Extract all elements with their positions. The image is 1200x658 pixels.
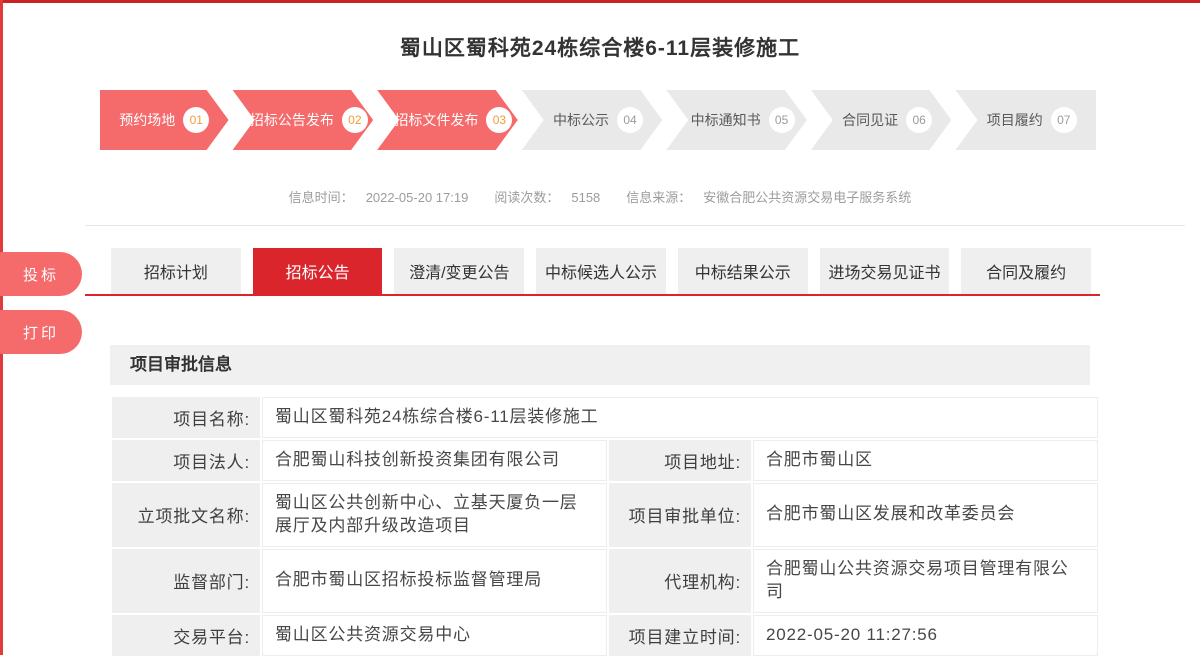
step-number-badge: 05 [769,107,795,133]
print-button[interactable]: 打印 [0,310,82,354]
top-accent-bar [0,0,1200,3]
step-label: 合同见证 [842,110,898,130]
step-02: 招标公告发布 02 [233,90,374,150]
field-value: 合肥蜀山公共资源交易项目管理有限公司 [753,549,1098,613]
step-04: 中标公示 04 [522,90,663,150]
steps: 预约场地 01 招标公告发布 02 招标文件发布 03 中标公示 04 中标通知书 05 合同见证 0… [100,90,1096,150]
table-row: 项目法人:合肥蜀山科技创新投资集团有限公司项目地址:合肥市蜀山区 [112,440,1098,481]
field-value: 合肥市蜀山区招标投标监督管理局 [262,549,607,613]
field-label: 项目建立时间: [609,615,751,656]
step-number-badge: 06 [906,107,932,133]
table-row: 立项批文名称:蜀山区公共创新中心、立基天厦负一层展厅及内部升级改造项目项目审批单… [112,483,1098,547]
info-time-value: 2022-05-20 17:19 [366,190,469,205]
tab-7[interactable]: 合同及履约 [961,248,1091,294]
tab-4[interactable]: 中标候选人公示 [536,248,666,294]
field-label: 项目审批单位: [609,483,751,547]
table-row: 项目名称:蜀山区蜀科苑24栋综合楼6-11层装修施工 [112,397,1098,438]
field-value: 2022-05-20 11:27:56 [753,615,1098,656]
field-label: 项目法人: [112,440,260,481]
field-label: 交易平台: [112,615,260,656]
field-value: 蜀山区公共创新中心、立基天厦负一层展厅及内部升级改造项目 [262,483,607,547]
step-label: 招标文件发布 [394,110,478,130]
step-number-badge: 07 [1051,107,1077,133]
table-row: 监督部门:合肥市蜀山区招标投标监督管理局代理机构:合肥蜀山公共资源交易项目管理有… [112,549,1098,613]
field-label: 监督部门: [112,549,260,613]
field-label: 代理机构: [609,549,751,613]
step-number-badge: 04 [617,107,643,133]
page-title: 蜀山区蜀科苑24栋综合楼6-11层装修施工 [0,32,1200,62]
step-label: 中标通知书 [691,110,761,130]
section-title-project-approval: 项目审批信息 [110,345,1090,385]
table-row: 交易平台:蜀山区公共资源交易中心项目建立时间:2022-05-20 11:27:… [112,615,1098,656]
meta-info-line: 信息时间： 2022-05-20 17:19 阅读次数： 5158 信息来源： 安徽合肥公… [0,187,1200,206]
step-number-badge: 01 [183,107,209,133]
project-approval-table: 项目名称:蜀山区蜀科苑24栋综合楼6-11层装修施工项目法人:合肥蜀山科技创新投… [110,395,1100,658]
step-label: 项目履约 [987,110,1043,130]
field-label: 立项批文名称: [112,483,260,547]
step-01: 预约场地 01 [100,90,229,150]
project-approval-table-body: 项目名称:蜀山区蜀科苑24栋综合楼6-11层装修施工项目法人:合肥蜀山科技创新投… [112,397,1098,656]
field-value: 合肥市蜀山区 [753,440,1098,481]
step-05: 中标通知书 05 [666,90,807,150]
step-number-badge: 02 [342,107,368,133]
field-value: 蜀山区蜀科苑24栋综合楼6-11层装修施工 [262,397,1098,438]
tab-2[interactable]: 招标公告 [253,248,383,294]
step-07: 项目履约 07 [955,90,1096,150]
field-value: 合肥蜀山科技创新投资集团有限公司 [262,440,607,481]
field-value: 蜀山区公共资源交易中心 [262,615,607,656]
read-count-label: 阅读次数： [494,190,559,205]
step-label: 招标公告发布 [250,110,334,130]
step-number-badge: 03 [486,107,512,133]
tab-5[interactable]: 中标结果公示 [678,248,808,294]
tab-6[interactable]: 进场交易见证书 [820,248,950,294]
horizontal-divider [85,225,1185,226]
info-source-value: 安徽合肥公共资源交易电子服务系统 [703,190,911,205]
step-06: 合同见证 06 [811,90,952,150]
field-label: 项目地址: [609,440,751,481]
tab-bar: 招标计划招标公告澄清/变更公告中标候选人公示中标结果公示进场交易见证书合同及履约 [85,248,1100,296]
read-count-value: 5158 [571,190,600,205]
tab-1[interactable]: 招标计划 [111,248,241,294]
step-label: 中标公示 [553,110,609,130]
field-label: 项目名称: [112,397,260,438]
field-value: 合肥市蜀山区发展和改革委员会 [753,483,1098,547]
step-03: 招标文件发布 03 [377,90,518,150]
info-source-label: 信息来源： [626,190,691,205]
step-label: 预约场地 [119,110,175,130]
info-time-label: 信息时间： [289,190,354,205]
tabs: 招标计划招标公告澄清/变更公告中标候选人公示中标结果公示进场交易见证书合同及履约 [111,248,1091,294]
tab-3[interactable]: 澄清/变更公告 [394,248,524,294]
bid-button[interactable]: 投标 [0,252,82,296]
